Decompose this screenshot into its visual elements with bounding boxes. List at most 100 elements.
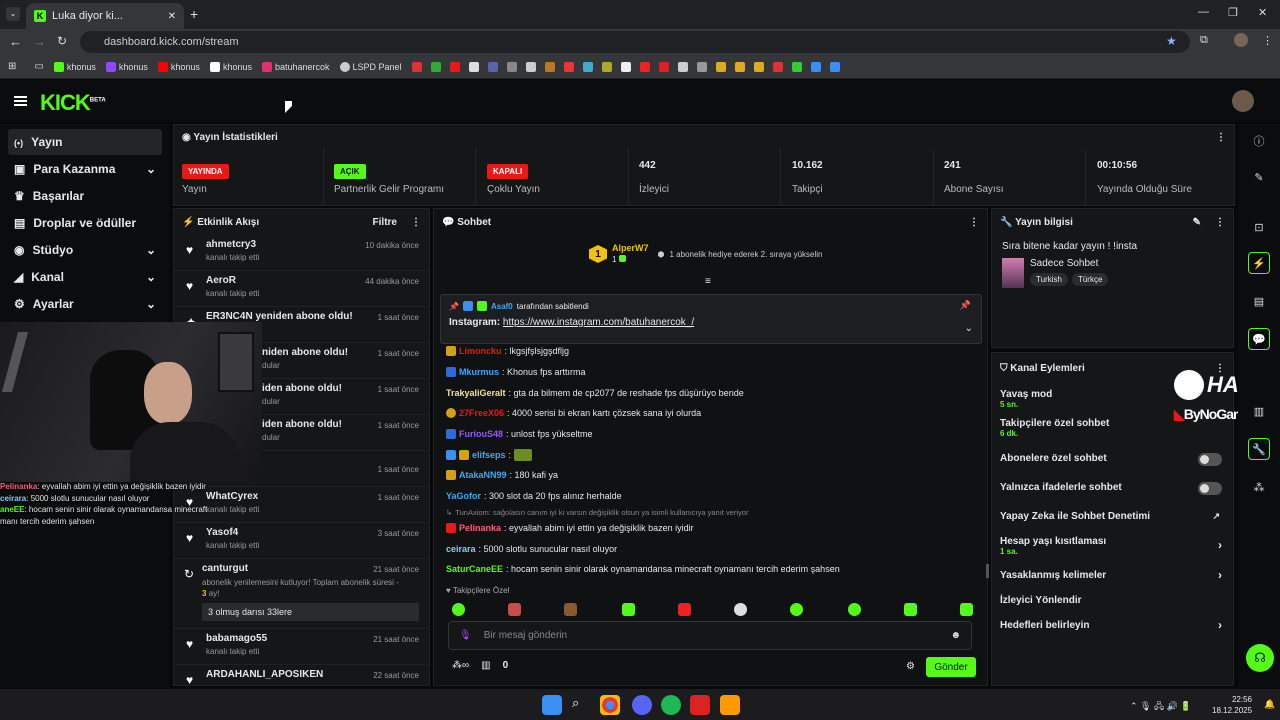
chat-user[interactable]: Mkurmus — [459, 367, 499, 377]
emote-icon[interactable] — [960, 603, 973, 616]
emote-icon[interactable] — [790, 603, 803, 616]
sidebar-item-studyo[interactable]: ◉ Stüdyo ⌄ — [8, 237, 162, 263]
emote-icon[interactable] — [508, 603, 521, 616]
info-icon[interactable]: ⓘ — [1248, 130, 1270, 152]
pencil-icon[interactable]: ✎ — [1248, 166, 1270, 188]
restore-icon[interactable]: ❐ — [1228, 6, 1238, 19]
emote-icon[interactable] — [622, 603, 635, 616]
clock[interactable]: 22:56 18.12.2025 — [1212, 694, 1252, 716]
document-icon[interactable]: ▤ — [1248, 290, 1270, 312]
emote-icon[interactable] — [452, 603, 465, 616]
chat-menu-icon[interactable]: ⋮ — [969, 217, 979, 228]
chat-user[interactable]: Limoncku — [459, 346, 502, 356]
lightning-icon[interactable]: ⚡ — [1248, 252, 1270, 274]
notification-icon[interactable]: 🔔 — [1264, 699, 1275, 710]
capture-icon[interactable]: ⊡ — [1248, 216, 1270, 238]
chat-scrollbar[interactable] — [986, 564, 989, 578]
category-name[interactable]: Sadece Sohbet — [1030, 258, 1108, 269]
action-banned-words[interactable]: Yasaklanmış kelimeler › — [992, 568, 1234, 582]
action-account-age[interactable]: Hesap yaşı kısıtlaması 1 sa. › — [992, 536, 1234, 556]
category-thumbnail[interactable] — [1002, 258, 1024, 288]
chrome-icon[interactable] — [600, 695, 620, 715]
chat-user[interactable]: AtakaNN99 — [459, 470, 507, 480]
sidebar-item-yayin[interactable]: (•) Yayın — [8, 129, 162, 155]
spotify-icon[interactable] — [661, 695, 681, 715]
hamburger-menu-icon[interactable] — [14, 96, 27, 106]
menu-icon[interactable]: ⋮ — [1262, 34, 1273, 47]
action-followers-only[interactable]: Takipçilere özel sohbet 6 dk. — [992, 418, 1234, 438]
chat-user[interactable]: TrakyaliGeralt — [446, 388, 506, 398]
emote-icon[interactable] — [564, 603, 577, 616]
user-avatar[interactable] — [1232, 90, 1254, 112]
pinned-by-user[interactable]: Asaf0 — [491, 302, 513, 311]
close-window-icon[interactable]: ✕ — [1258, 6, 1267, 19]
actions-menu-icon[interactable]: ⋮ — [1215, 363, 1225, 374]
kick-logo[interactable]: KICKBETA — [40, 90, 106, 116]
edit-icon[interactable]: ✎ — [1193, 217, 1201, 228]
start-icon[interactable] — [542, 695, 562, 715]
bookmark-lspd-panel[interactable]: LSPD Panel — [339, 61, 402, 72]
chat-user[interactable]: YaGofor — [446, 491, 481, 501]
toggle-switch[interactable] — [1198, 453, 1222, 466]
folder-icon[interactable]: ▭ — [34, 61, 43, 72]
chevron-down-icon[interactable]: ⌄ — [965, 323, 973, 334]
reload-icon[interactable]: ↻ — [57, 34, 67, 48]
emote-icon[interactable] — [678, 603, 691, 616]
profile-avatar[interactable] — [1234, 33, 1248, 47]
microphone-icon[interactable]: 🎙 — [459, 630, 472, 641]
send-button[interactable]: Gönder — [926, 657, 976, 677]
chat-user[interactable]: elifseps — [472, 450, 506, 460]
bookmark-khonus-x[interactable]: khonus — [209, 61, 252, 72]
action-ai-moderation[interactable]: Yapay Zeka ile Sohbet Denetimi ↗ — [992, 511, 1234, 522]
action-goals[interactable]: Hedefleri belirleyin › — [992, 618, 1234, 632]
minimize-icon[interactable]: — — [1198, 6, 1209, 18]
browser-tab[interactable]: K Luka diyor ki... ✕ — [26, 3, 184, 29]
activity-menu-icon[interactable]: ⋮ — [411, 217, 421, 228]
apps-icon[interactable]: ⊞ — [8, 61, 16, 72]
discord-icon[interactable] — [632, 695, 652, 715]
tag[interactable]: Türkçe — [1071, 273, 1109, 286]
bookmark-star-icon[interactable]: ★ — [1166, 34, 1177, 48]
bookmark-khonus-twitch[interactable]: khonus — [105, 61, 148, 72]
bookmark-instagram[interactable]: batuhanercok — [261, 61, 330, 72]
collapse-icon[interactable]: ≡ — [705, 276, 711, 287]
sidebar-item-basarilar[interactable]: ♛ Başarılar — [8, 183, 162, 209]
chat-input[interactable]: 🎙 Bir mesaj gönderin ☻ — [448, 621, 972, 650]
forward-icon[interactable]: → — [33, 34, 46, 49]
bookmark-icons-row[interactable] — [411, 61, 840, 72]
action-emote-only[interactable]: Yalnızca ifadelerle sohbet — [992, 482, 1234, 495]
chat-user[interactable]: 27FreeX06 — [459, 408, 504, 418]
app-icon[interactable] — [690, 695, 710, 715]
emote-icon[interactable] — [904, 603, 917, 616]
search-icon[interactable]: ⌕ — [572, 695, 592, 715]
community-icon[interactable]: ⁂ — [1248, 476, 1270, 498]
toggle-switch[interactable] — [1198, 482, 1222, 495]
emote-icon[interactable] — [848, 603, 861, 616]
sidebar-item-kanal[interactable]: ◢ Kanal ⌄ — [8, 264, 162, 290]
close-tab-icon[interactable]: ✕ — [168, 11, 176, 22]
stats-menu-icon[interactable]: ⋮ — [1216, 132, 1226, 143]
support-headset-icon[interactable]: ☊ — [1246, 644, 1274, 672]
new-tab-icon[interactable]: + — [190, 6, 198, 22]
sidebar-item-para-kazanma[interactable]: ▣ Para Kazanma ⌄ — [8, 156, 162, 182]
emote-icon[interactable] — [734, 603, 747, 616]
chat-user[interactable]: FuriouS48 — [459, 429, 503, 439]
community-icon[interactable]: ⁂∞ — [452, 660, 469, 671]
emoji-icon[interactable]: ☻ — [950, 630, 961, 641]
chat-user[interactable]: Pelinanka — [459, 523, 501, 533]
back-icon[interactable]: ← — [9, 34, 22, 49]
action-subs-only[interactable]: Abonelere özel sohbet — [992, 453, 1234, 466]
store-icon[interactable]: ▥ — [481, 660, 490, 671]
extensions-icon[interactable]: ⧉ — [1200, 34, 1208, 47]
chat-user[interactable]: ceirara — [446, 544, 476, 554]
vlc-icon[interactable] — [720, 695, 740, 715]
sidebar-item-ayarlar[interactable]: ⚙ Ayarlar ⌄ — [8, 291, 162, 317]
chat-settings-icon[interactable]: ⚙ — [906, 661, 915, 672]
bookmark-khonus-youtube[interactable]: khonus — [157, 61, 200, 72]
bookmark-khonus-kick[interactable]: khonus — [53, 61, 96, 72]
chat-bubble-icon[interactable]: 💬 — [1248, 328, 1270, 350]
top-gifter-user[interactable]: AlperW7 — [612, 243, 649, 253]
tab-list-icon[interactable]: ⌄ — [6, 7, 20, 21]
clipboard-icon[interactable]: ▥ — [1248, 400, 1270, 422]
chat-user[interactable]: SaturCaneEE — [446, 564, 503, 574]
